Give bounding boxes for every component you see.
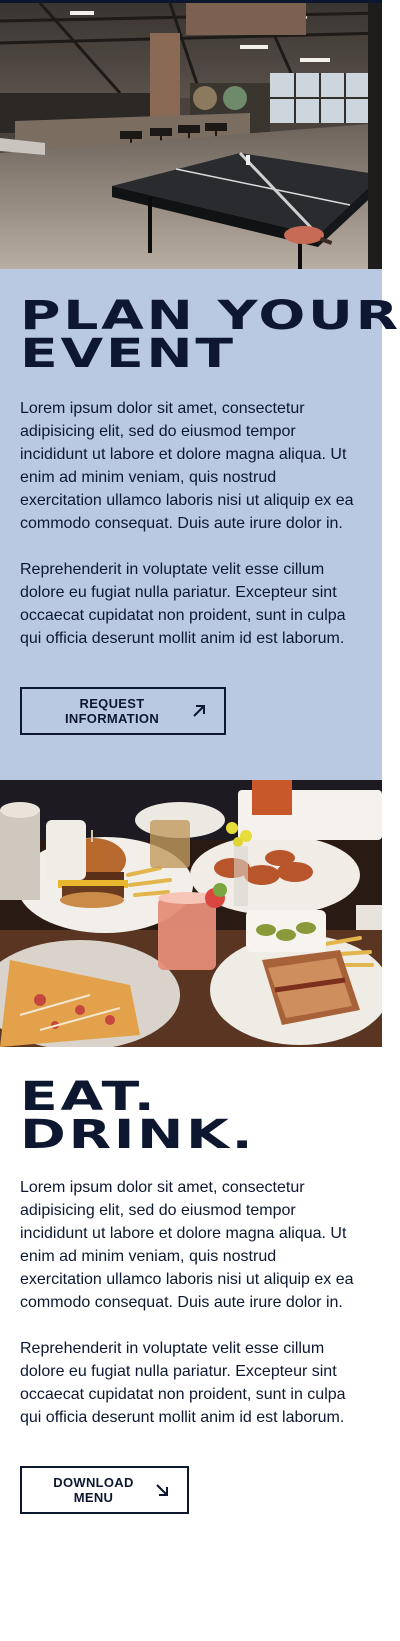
request-information-button[interactable]: REQUEST INFORMATION <box>20 687 226 735</box>
heading-line: EAT. <box>20 1074 158 1120</box>
food-image <box>0 780 382 1047</box>
bar-interior-photo <box>0 3 382 269</box>
eat-drink-section: EAT. DRINK. Lorem ipsum dolor sit amet, … <box>0 1047 382 1641</box>
plan-event-heading: PLAN YOUR EVENT <box>20 293 400 377</box>
hero-image <box>0 3 382 269</box>
plan-event-section: PLAN YOUR EVENT Lorem ipsum dolor sit am… <box>0 269 398 780</box>
page: PLAN YOUR EVENT Lorem ipsum dolor sit am… <box>0 0 398 1641</box>
arrow-down-right-icon <box>155 1483 169 1497</box>
plan-paragraph-2: Reprehenderit in voluptate velit esse ci… <box>20 561 346 647</box>
request-information-label: REQUEST INFORMATION <box>64 696 160 726</box>
eat-paragraph-1: Lorem ipsum dolor sit amet, consectetur … <box>20 1179 354 1311</box>
eat-drink-heading: EAT. DRINK. <box>20 1074 400 1158</box>
download-menu-label: DOWNLOAD MENU <box>53 1475 134 1505</box>
heading-line: EVENT <box>20 331 236 377</box>
arrow-up-right-icon <box>192 704 206 718</box>
download-menu-button[interactable]: DOWNLOAD MENU <box>20 1466 189 1514</box>
food-spread-photo <box>0 780 382 1047</box>
heading-line: PLAN YOUR <box>20 293 400 339</box>
plan-paragraph-1: Lorem ipsum dolor sit amet, consectetur … <box>20 400 354 532</box>
heading-line: DRINK. <box>20 1112 256 1158</box>
eat-paragraph-2: Reprehenderit in voluptate velit esse ci… <box>20 1340 346 1426</box>
